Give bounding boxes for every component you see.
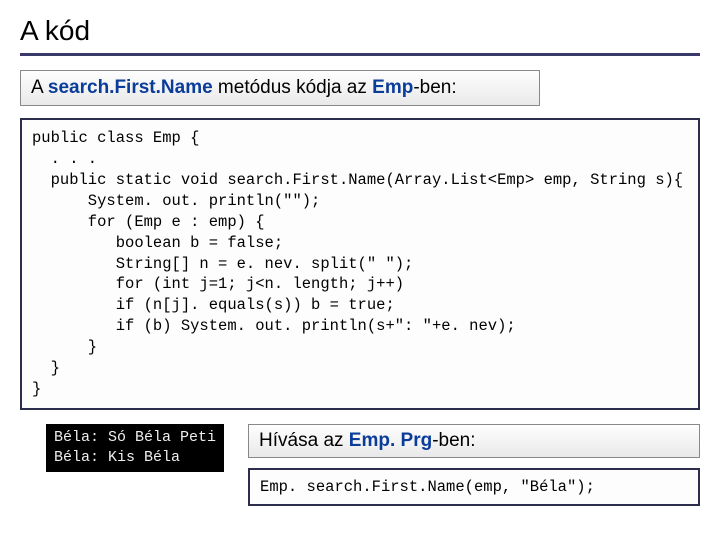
call-label-prefix: Hívása az	[259, 430, 349, 451]
subtitle-suffix: -ben:	[413, 77, 456, 98]
call-label-suffix: -ben:	[432, 430, 475, 451]
code-block-main: public class Emp { . . . public static v…	[20, 118, 700, 410]
call-label-class: Emp. Prg	[349, 430, 432, 451]
slide-title: A kód	[20, 15, 700, 47]
code-block-call: Emp. search.First.Name(emp, "Béla");	[248, 468, 700, 506]
subtitle-prefix: A	[31, 77, 48, 98]
call-column: Hívása az Emp. Prg-ben: Emp. search.Firs…	[248, 424, 700, 506]
subtitle-method: search.First.Name	[48, 77, 213, 98]
title-rule	[20, 53, 700, 56]
subtitle-mid: metódus kódja az	[213, 77, 372, 98]
console-output: Béla: Só Béla Peti Béla: Kis Béla	[46, 424, 224, 473]
call-label-bar: Hívása az Emp. Prg-ben:	[248, 424, 700, 458]
subtitle-bar: A search.First.Name metódus kódja az Emp…	[20, 70, 540, 106]
subtitle-class: Emp	[372, 77, 413, 98]
slide: A kód A search.First.Name metódus kódja …	[0, 0, 720, 540]
bottom-row: Béla: Só Béla Peti Béla: Kis Béla Hívása…	[20, 424, 700, 506]
